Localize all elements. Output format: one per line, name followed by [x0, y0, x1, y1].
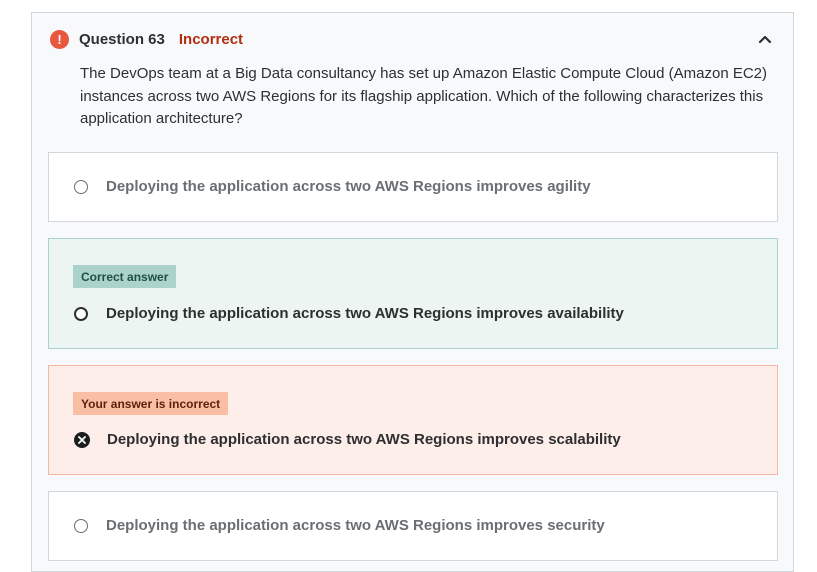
option-security[interactable]: Deploying the application across two AWS…: [48, 491, 778, 561]
option-scalability[interactable]: Your answer is incorrect Deploying the a…: [48, 365, 778, 475]
radio-button[interactable]: [74, 306, 88, 321]
question-status: Incorrect: [178, 30, 244, 48]
question-header[interactable]: ! Question 63 Incorrect: [50, 27, 775, 51]
question-number: Question 63: [79, 30, 165, 48]
option-label: Deploying the application across two AWS…: [106, 178, 591, 195]
incorrect-answer-badge: Your answer is incorrect: [73, 392, 229, 415]
option-label: Deploying the application across two AWS…: [106, 305, 624, 322]
radio-button[interactable]: [74, 518, 88, 533]
question-text: The DevOps team at a Big Data consultanc…: [80, 65, 767, 127]
chevron-up-icon[interactable]: [755, 29, 775, 49]
alert-icon: !: [50, 29, 69, 49]
option-agility[interactable]: Deploying the application across two AWS…: [48, 152, 778, 222]
option-availability[interactable]: Correct answer Deploying the application…: [48, 238, 778, 349]
option-label: Deploying the application across two AWS…: [106, 517, 605, 534]
x-circle-icon: [74, 431, 90, 448]
correct-answer-badge: Correct answer: [73, 265, 177, 288]
radio-button[interactable]: [74, 179, 88, 194]
question-panel: ! Question 63 Incorrect The DevOps team …: [31, 12, 794, 572]
option-label: Deploying the application across two AWS…: [107, 431, 621, 448]
